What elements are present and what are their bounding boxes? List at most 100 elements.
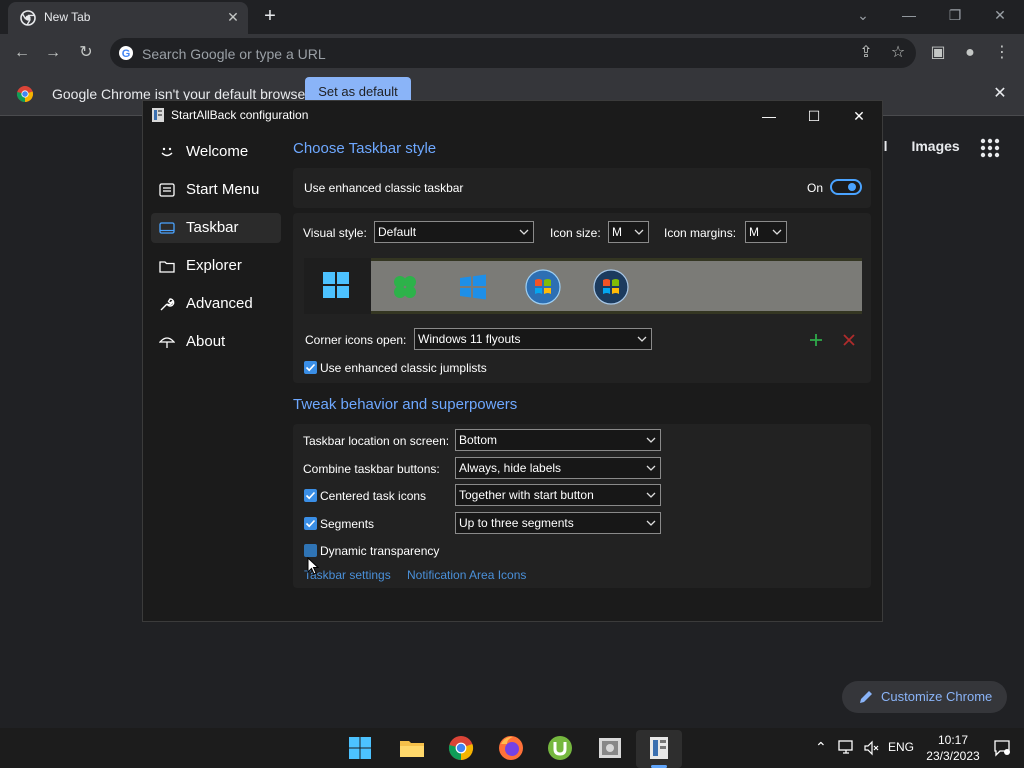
forward-icon[interactable]: → [41,41,65,65]
windows10-logo-icon[interactable] [457,271,489,303]
volume-muted-icon[interactable] [864,740,880,756]
icon-margins-dropdown[interactable]: M [745,221,787,243]
segments-checkbox[interactable] [304,517,317,530]
new-tab-button[interactable]: + [258,4,282,28]
customize-chrome-button[interactable]: Customize Chrome [842,681,1007,713]
startallback-app-icon [152,108,164,122]
apps-grid-icon[interactable] [980,138,1000,158]
explorer-icon [159,261,175,273]
taskbar-location-label: Taskbar location on screen: [303,434,450,448]
reload-icon[interactable]: ↻ [74,41,98,65]
chevron-down-icon [646,520,656,526]
nav-item-start-menu[interactable]: Start Menu [151,175,281,205]
file-explorer-icon[interactable] [398,734,426,762]
windows-vista-orb-icon[interactable] [593,269,629,305]
nav-item-welcome[interactable]: Welcome [151,137,281,167]
corner-icons-label: Corner icons open: [305,333,407,347]
checkmark-icon [305,519,316,528]
icon-size-dropdown[interactable]: M [608,221,649,243]
control-panel-icon[interactable] [596,734,624,762]
profile-icon[interactable]: ● [958,41,982,65]
restore-button[interactable]: ❐ [943,4,967,26]
dialog-title: StartAllBack configuration [171,108,309,122]
notifications-icon[interactable] [993,739,1011,757]
checkmark-icon [305,491,316,500]
taskbar-style-preview [304,258,862,314]
taskbar-location-dropdown[interactable]: Bottom [455,429,661,451]
chrome-taskbar-icon[interactable] [447,734,475,762]
nav-label: Start Menu [186,181,260,198]
enhanced-taskbar-label: Use enhanced classic taskbar [304,181,464,195]
notification-area-icons-link[interactable]: Notification Area Icons [407,568,526,582]
infobar-close-icon[interactable]: ✕ [990,84,1010,104]
centered-icons-value: Together with start button [459,488,594,502]
nav-label: About [186,333,226,350]
dialog-close-button[interactable]: ✕ [839,103,879,129]
jumplists-label: Use enhanced classic jumplists [320,361,487,375]
tray-language[interactable]: ENG [888,740,914,754]
startallback-taskbar-icon[interactable] [645,734,673,762]
side-panel-icon[interactable]: ▣ [926,41,950,65]
chrome-logo-icon [16,86,34,103]
share-icon[interactable]: ⇪ [854,41,878,65]
utorrent-icon[interactable] [546,734,574,762]
back-icon[interactable]: ← [10,41,34,65]
images-link[interactable]: Images [911,138,959,154]
enhanced-taskbar-toggle[interactable] [830,179,862,195]
tray-overflow-chevron-icon[interactable]: ⌃ [815,739,827,756]
nav-item-explorer[interactable]: Explorer [151,251,281,281]
dialog-titlebar[interactable]: StartAllBack configuration — ☐ ✕ [143,101,882,129]
remove-icon[interactable] [843,334,855,346]
firefox-icon[interactable] [497,734,525,762]
bookmark-star-icon[interactable]: ☆ [886,41,910,65]
minimize-button[interactable]: — [897,4,921,26]
wrench-icon [160,298,175,311]
omnibox-placeholder: Search Google or type a URL [142,46,326,62]
tab-close-icon[interactable]: ✕ [224,8,242,26]
add-icon[interactable] [809,333,823,347]
toggle-knob [848,183,856,191]
svg-text:G: G [122,48,131,60]
customize-label: Customize Chrome [881,689,993,704]
combine-buttons-value: Always, hide labels [459,461,562,475]
nav-label: Taskbar [186,219,239,236]
close-window-button[interactable]: ✕ [988,4,1012,26]
icon-margins-label: Icon margins: [664,226,737,240]
preview-win11-slot[interactable] [304,258,371,314]
corner-icons-dropdown[interactable]: Windows 11 flyouts [414,328,652,350]
visual-style-dropdown[interactable]: Default [374,221,534,243]
chevron-down-icon [637,336,647,342]
dynamic-transparency-checkbox[interactable] [304,544,317,557]
tray-time[interactable]: 10:17 [926,733,980,747]
nav-item-about[interactable]: About [151,327,281,357]
nav-item-taskbar[interactable]: Taskbar [151,213,281,243]
chevron-down-icon [646,492,656,498]
windows-taskbar: ⌃ ENG 10:17 23/3/2023 [0,728,1024,768]
windows7-orb-icon[interactable] [525,269,561,305]
network-icon[interactable] [838,739,856,755]
tab-new-tab[interactable]: New Tab ✕ [8,2,248,34]
windows11-logo-icon [323,272,349,298]
taskbar-icon [159,222,175,234]
omnibox[interactable]: G Search Google or type a URL [110,38,916,68]
tab-search-icon[interactable]: ⌄ [851,4,875,26]
menu-kebab-icon[interactable]: ⋮ [990,41,1014,65]
chevron-down-icon [519,229,529,235]
jumplists-checkbox[interactable] [304,361,317,374]
icon-size-value: M [612,225,622,239]
dialog-minimize-button[interactable]: — [749,103,789,129]
dialog-maximize-button[interactable]: ☐ [794,103,834,129]
tab-title: New Tab [44,10,91,24]
browser-toolbar: ← → ↻ G Search Google or type a URL ⇪ ☆ … [0,34,1024,72]
centered-icons-checkbox[interactable] [304,489,317,502]
startallback-dialog: StartAllBack configuration — ☐ ✕ Welcome… [142,100,883,622]
centered-icons-dropdown[interactable]: Together with start button [455,484,661,506]
segments-dropdown[interactable]: Up to three segments [455,512,661,534]
nav-label: Advanced [186,295,253,312]
clover-start-icon[interactable] [389,271,421,303]
nav-label: Welcome [186,143,249,160]
nav-item-advanced[interactable]: Advanced [151,289,281,319]
tray-date[interactable]: 23/3/2023 [920,749,986,763]
combine-buttons-dropdown[interactable]: Always, hide labels [455,457,661,479]
start-button-icon[interactable] [348,736,372,760]
